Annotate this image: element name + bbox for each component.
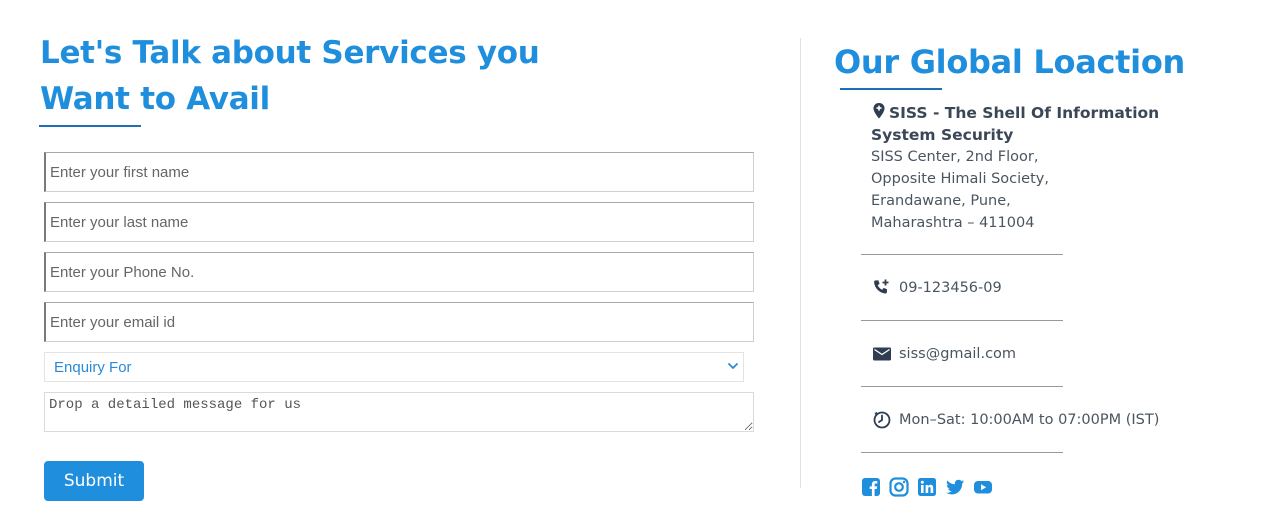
instagram-link[interactable] (889, 477, 909, 497)
enquiry-select[interactable]: Enquiry For (44, 352, 744, 382)
chevron-down-icon (728, 363, 738, 369)
location-pin-icon (873, 103, 885, 119)
phone-input[interactable] (44, 252, 754, 292)
phone-row[interactable]: 09-123456-09 (872, 278, 1002, 298)
phone-plus-icon (874, 279, 889, 294)
first-name-input[interactable] (44, 152, 754, 192)
twitter-link[interactable] (945, 477, 965, 497)
twitter-icon (946, 479, 964, 495)
hours-row: Mon–Sat: 10:00AM to 07:00PM (IST) (872, 410, 1159, 430)
address-line-3: Erandawane, Pune, (871, 193, 1011, 209)
separator (861, 320, 1063, 321)
form-title: Let's Talk about Services you Want to Av… (40, 35, 540, 117)
last-name-input[interactable] (44, 202, 754, 242)
envelope-icon (873, 347, 891, 361)
youtube-link[interactable] (973, 477, 993, 497)
linkedin-icon (918, 478, 936, 496)
email-input[interactable] (44, 302, 754, 342)
column-divider (800, 38, 801, 488)
phone-text: 09-123456-09 (899, 280, 1002, 296)
location-title-underline (840, 88, 942, 90)
social-links (861, 477, 993, 497)
separator (861, 254, 1063, 255)
hours-text: Mon–Sat: 10:00AM to 07:00PM (IST) (899, 412, 1160, 428)
email-row[interactable]: siss@gmail.com (872, 344, 1016, 364)
company-name-text: SISS - The Shell Of Information System S… (871, 104, 1160, 144)
facebook-icon (862, 478, 880, 496)
separator (861, 452, 1063, 453)
linkedin-link[interactable] (917, 477, 937, 497)
contact-form-section: Let's Talk about Services you Want to Av… (0, 0, 800, 510)
submit-button[interactable]: Submit (44, 461, 144, 501)
separator (861, 386, 1063, 387)
facebook-link[interactable] (861, 477, 881, 497)
message-textarea[interactable] (44, 392, 754, 432)
location-title: Our Global Loaction (834, 43, 1186, 81)
form-title-underline (39, 125, 141, 127)
instagram-icon (889, 477, 909, 497)
enquiry-select-value: Enquiry For (54, 358, 132, 376)
address-line-1: SISS Center, 2nd Floor, (871, 149, 1039, 165)
youtube-icon (974, 481, 992, 494)
address-line-2: Opposite Himali Society, (871, 171, 1049, 187)
address-block: SISS - The Shell Of Information System S… (871, 102, 1211, 234)
clock-icon (873, 411, 891, 429)
company-name: SISS - The Shell Of Information System S… (871, 102, 1211, 146)
email-text: siss@gmail.com (899, 346, 1017, 362)
address-line-4: Maharashtra – 411004 (871, 215, 1035, 231)
